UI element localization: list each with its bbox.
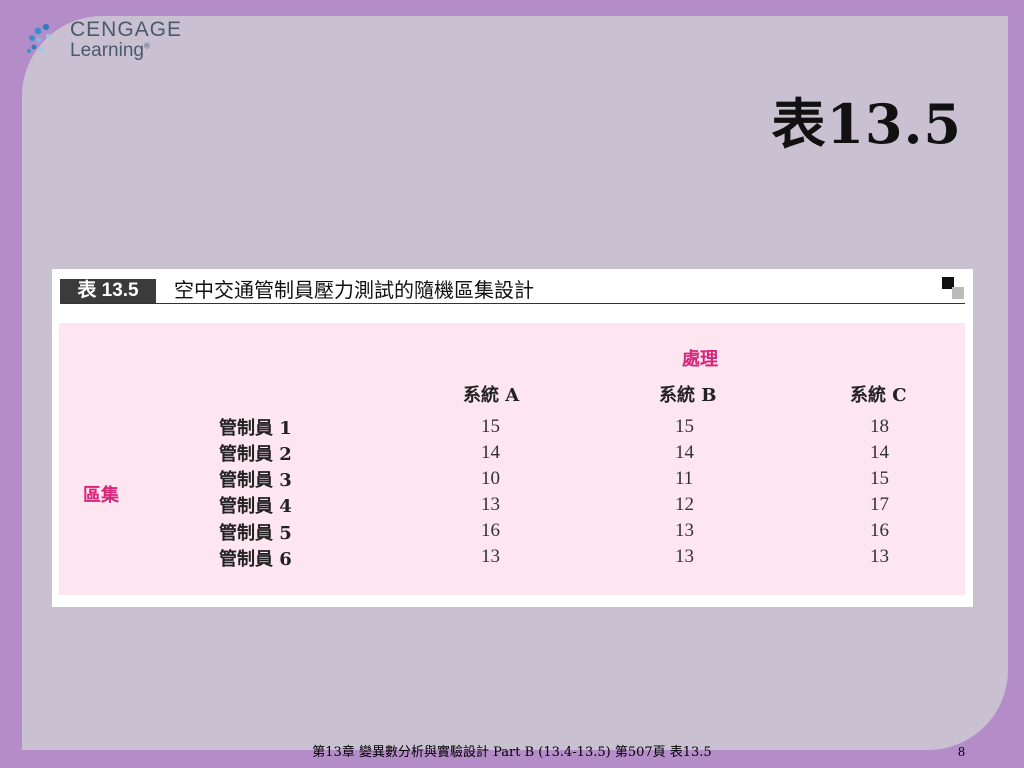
row-label: 管制員 2	[219, 444, 292, 465]
table-cell: 13	[675, 520, 694, 541]
page-number: 8	[958, 745, 965, 760]
slide-title: 表13.5	[771, 92, 962, 156]
corner-square-icon	[942, 277, 964, 299]
block-header: 區集	[83, 485, 119, 506]
table-caption: 表 13.5 空中交通管制員壓力測試的隨機區集設計	[60, 278, 965, 304]
table-cell: 13	[870, 546, 889, 567]
table-cell: 17	[870, 494, 889, 515]
table-cell: 18	[870, 416, 889, 437]
table-cell: 14	[675, 442, 694, 463]
table-caption-text: 空中交通管制員壓力測試的隨機區集設計	[174, 278, 534, 302]
slide-footer: 第13章 變異數分析與實驗設計 Part B (13.4-13.5) 第507頁…	[312, 745, 712, 760]
table-body: 處理 區集 系統 A 系統 B 系統 C 管制員 1 15 15 18 管制員 …	[59, 323, 965, 595]
cengage-logo: CENGAGE Learning®	[26, 16, 196, 68]
table-cell: 15	[870, 468, 889, 489]
column-header: 系統 B	[659, 385, 717, 406]
logo-mark-icon	[27, 23, 51, 53]
logo-word-learning: Learning®	[70, 40, 150, 61]
row-label: 管制員 6	[219, 549, 292, 570]
row-label: 管制員 5	[219, 523, 292, 544]
table-cell: 15	[481, 416, 500, 437]
column-header: 系統 C	[850, 385, 907, 406]
table-label: 表 13.5	[60, 279, 156, 303]
table-cell: 10	[481, 468, 500, 489]
column-header: 系統 A	[463, 385, 520, 406]
table-cell: 14	[870, 442, 889, 463]
row-label: 管制員 4	[219, 496, 292, 517]
row-label: 管制員 1	[219, 418, 292, 439]
row-label: 管制員 3	[219, 470, 292, 491]
table-cell: 11	[675, 468, 694, 489]
table-cell: 12	[675, 494, 694, 515]
group-header: 處理	[682, 349, 718, 370]
table-cell: 15	[675, 416, 694, 437]
table-cell: 13	[675, 546, 694, 567]
table-cell: 16	[481, 520, 500, 541]
table-cell: 14	[481, 442, 500, 463]
table-cell: 13	[481, 494, 500, 515]
table-cell: 16	[870, 520, 889, 541]
table-figure: 表 13.5 空中交通管制員壓力測試的隨機區集設計 處理 區集 系統 A 系統 …	[52, 269, 973, 607]
logo-word-cengage: CENGAGE	[70, 18, 183, 41]
table-cell: 13	[481, 546, 500, 567]
